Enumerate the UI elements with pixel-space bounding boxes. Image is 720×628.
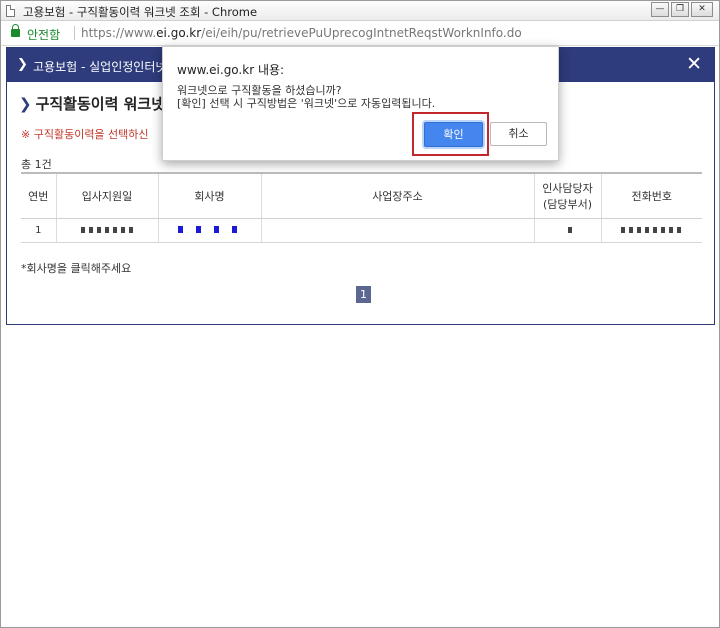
dialog-title: www.ei.go.kr 내용: <box>177 63 285 77</box>
header-phone: 전화번호 <box>600 172 702 219</box>
header-hr-line2: (담당부서) <box>542 197 593 211</box>
window-controls: — ❐ ✕ <box>651 2 713 17</box>
total-count: 총 1건 <box>21 158 52 171</box>
url-text[interactable]: https://www.ei.go.kr/ei/eih/pu/retrieveP… <box>81 26 522 40</box>
redacted-company-link[interactable] <box>177 226 242 233</box>
confirm-dialog: www.ei.go.kr 내용: 워크넷으로 구직활동을 하셨습니까? [확인]… <box>162 46 559 161</box>
chrome-popup-window: 고용보험 - 구직활동이력 워크넷 조회 - Chrome — ❐ ✕ 안전함 … <box>0 0 720 628</box>
hint-text: *회사명을 클릭해주세요 <box>21 262 132 275</box>
results-table: 연번 입사지원일 회사명 사업장주소 인사담당자 (담당부서) 전화번호 1 <box>21 172 702 243</box>
chevron-right-icon: ❯ <box>19 95 32 113</box>
page-icon <box>6 5 15 17</box>
page-header-title: 고용보험 - 실업인정인터넷 <box>33 60 167 74</box>
secure-label: 안전함 <box>27 28 61 42</box>
title-bar: 고용보험 - 구직활동이력 워크넷 조회 - Chrome — ❐ ✕ <box>1 1 719 21</box>
address-separator <box>74 26 75 40</box>
close-window-button[interactable]: ✕ <box>691 2 713 17</box>
header-hr-line1: 인사담당자 <box>542 181 593 195</box>
address-bar[interactable]: 안전함 https://www.ei.go.kr/ei/eih/pu/retri… <box>1 21 719 46</box>
cell-hr-contact <box>533 218 601 243</box>
cell-address <box>260 218 534 243</box>
chevron-right-icon: ❯ <box>17 57 28 72</box>
minimize-button[interactable]: — <box>651 2 669 17</box>
cell-company[interactable] <box>157 218 261 243</box>
header-apply-date: 입사지원일 <box>55 172 158 219</box>
redacted-phone <box>620 226 683 233</box>
redacted-date <box>81 226 133 233</box>
cell-apply-date <box>55 218 158 243</box>
notice-text: ※ 구직활동이력을 선택하신 <box>21 128 149 141</box>
section-title: ❯ 구직활동이력 워크넷 <box>19 93 165 114</box>
url-path: /ei/eih/pu/retrievePuUprecogIntnetReqstW… <box>201 26 522 40</box>
cell-phone <box>600 218 702 243</box>
section-title-text: 구직활동이력 워크넷 <box>35 95 166 113</box>
header-company: 회사명 <box>157 172 261 219</box>
pagination-current-page[interactable]: 1 <box>356 286 371 303</box>
cancel-button[interactable]: 취소 <box>490 122 547 146</box>
close-icon[interactable]: ✕ <box>686 54 702 74</box>
dialog-message-line2: [확인] 선택 시 구직방법은 '워크넷'으로 자동입력됩니다. <box>177 97 436 110</box>
ok-button[interactable]: 확인 <box>424 122 483 147</box>
lock-icon <box>11 24 20 37</box>
redacted-contact <box>567 226 575 233</box>
header-address: 사업장주소 <box>260 172 534 219</box>
table-header-row: 연번 입사지원일 회사명 사업장주소 인사담당자 (담당부서) 전화번호 <box>21 172 702 219</box>
header-hr-contact: 인사담당자 (담당부서) <box>533 172 601 219</box>
url-prefix: https://www. <box>81 26 157 40</box>
url-host: ei.go.kr <box>156 26 202 40</box>
window-title: 고용보험 - 구직활동이력 워크넷 조회 - Chrome <box>23 5 258 19</box>
table-row[interactable]: 1 <box>21 218 702 243</box>
cell-seq: 1 <box>21 218 56 243</box>
header-seq: 연번 <box>21 172 56 219</box>
restore-button[interactable]: ❐ <box>671 2 689 17</box>
